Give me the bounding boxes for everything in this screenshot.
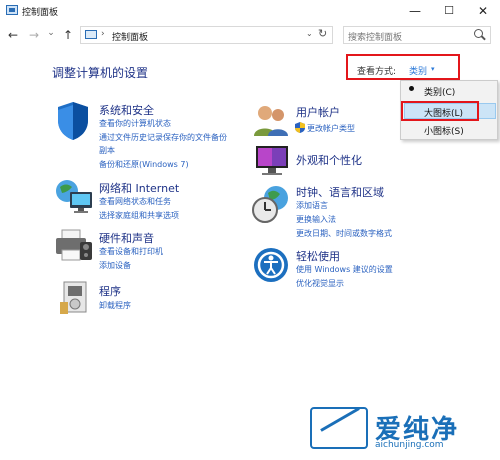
search-icon[interactable] — [474, 29, 483, 38]
link-network-status[interactable]: 查看网络状态和任务 — [99, 196, 171, 207]
appearance-icon[interactable] — [252, 142, 292, 178]
category-programs[interactable]: 程序 — [99, 283, 121, 299]
address-dropdown-icon[interactable]: ⌄ — [306, 29, 313, 38]
chevron-down-icon[interactable]: ▾ — [431, 65, 435, 73]
link-view-computer-status[interactable]: 查看你的计算机状态 — [99, 118, 171, 129]
link-uninstall-program[interactable]: 卸载程序 — [99, 300, 131, 311]
recent-locations-icon[interactable]: ⌄ — [44, 26, 58, 40]
back-icon[interactable]: ← — [6, 28, 20, 42]
forward-icon[interactable]: → — [27, 28, 41, 42]
link-add-language[interactable]: 添加语言 — [296, 200, 328, 211]
link-file-history-backup-cont[interactable]: 副本 — [99, 145, 115, 156]
breadcrumb-control-panel[interactable]: 控制面板 — [112, 30, 148, 43]
menu-item-small-icons[interactable]: 小图标(S) — [424, 124, 464, 137]
category-system-security[interactable]: 系统和安全 — [99, 102, 154, 118]
link-homegroup-sharing[interactable]: 选择家庭组和共享选项 — [99, 210, 179, 221]
link-change-input-method[interactable]: 更换输入法 — [296, 214, 336, 225]
minimize-button[interactable]: — — [398, 0, 432, 22]
link-windows-suggested-settings[interactable]: 使用 Windows 建议的设置 — [296, 264, 393, 275]
menu-item-category[interactable]: 类别(C) — [424, 85, 455, 98]
view-by-dropdown[interactable]: 类别 — [409, 64, 427, 77]
link-change-date-time-format[interactable]: 更改日期、时间或数字格式 — [296, 228, 392, 239]
control-panel-icon — [6, 5, 18, 15]
link-add-device[interactable]: 添加设备 — [99, 260, 131, 271]
link-file-history-backup[interactable]: 通过文件历史记录保存你的文件备份 — [99, 132, 227, 143]
link-backup-restore[interactable]: 备份和还原(Windows 7) — [99, 159, 189, 170]
link-optimize-visual-display[interactable]: 优化视觉显示 — [296, 278, 344, 289]
watermark-logo-icon — [310, 407, 368, 449]
up-icon[interactable]: ↑ — [61, 28, 75, 42]
uac-shield-icon — [295, 122, 305, 133]
window-title: 控制面板 — [22, 8, 59, 18]
programs-icon[interactable] — [58, 280, 94, 316]
category-user-accounts[interactable]: 用户帐户 — [296, 104, 340, 120]
watermark-url: aichunjing.com — [375, 440, 444, 450]
network-icon[interactable] — [54, 178, 94, 216]
page-title: 调整计算机的设置 — [52, 66, 149, 80]
printer-icon[interactable] — [54, 228, 94, 264]
category-network-internet[interactable]: 网络和 Internet — [99, 180, 179, 196]
link-devices-printers[interactable]: 查看设备和打印机 — [99, 246, 163, 257]
shield-icon[interactable] — [54, 100, 92, 142]
category-ease-of-access[interactable]: 轻松使用 — [296, 248, 340, 264]
users-icon[interactable] — [252, 104, 292, 138]
search-placeholder: 搜索控制面板 — [348, 33, 403, 43]
breadcrumb-separator-icon[interactable]: › — [101, 29, 105, 39]
category-clock-language-region[interactable]: 时钟、语言和区域 — [296, 184, 384, 200]
ease-of-access-icon[interactable] — [252, 246, 290, 284]
selected-bullet-icon — [409, 86, 414, 91]
clock-globe-icon[interactable] — [252, 184, 292, 224]
maximize-button[interactable]: ☐ — [432, 0, 466, 22]
large-icons-highlight-box — [401, 101, 479, 121]
control-panel-small-icon — [85, 30, 97, 39]
refresh-icon[interactable]: ↻ — [318, 27, 327, 40]
category-appearance-personalization[interactable]: 外观和个性化 — [296, 152, 362, 168]
close-button[interactable]: ✕ — [466, 0, 500, 22]
category-hardware-sound[interactable]: 硬件和声音 — [99, 230, 154, 246]
view-by-label: 查看方式: — [357, 67, 397, 77]
link-change-account-type[interactable]: 更改帐户类型 — [307, 123, 355, 134]
